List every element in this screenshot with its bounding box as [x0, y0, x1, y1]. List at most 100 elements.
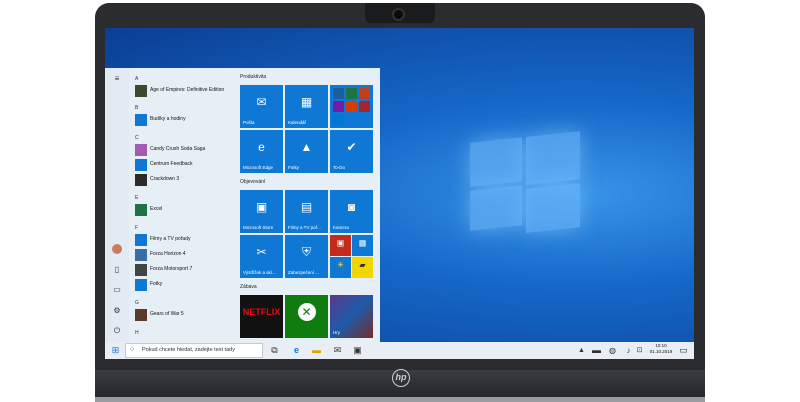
- tile-security[interactable]: ⛨ Zabezpečení ...: [285, 235, 328, 278]
- tile-office-folder[interactable]: [330, 85, 373, 128]
- app-icon: [135, 309, 147, 321]
- clapperboard-icon: ▤: [300, 200, 313, 215]
- search-placeholder: Pokud chcete hledat, zadejte text tady: [142, 347, 235, 353]
- tile-label: Zabezpečení ...: [288, 270, 320, 275]
- excel-icon: [346, 88, 357, 99]
- tile-calculator[interactable]: ▦: [352, 235, 373, 256]
- list-item[interactable]: Forza Motorsport 7: [133, 263, 233, 277]
- pictures-icon[interactable]: ▭: [112, 285, 122, 295]
- tile-xbox[interactable]: ✕: [285, 295, 328, 338]
- tile-label: Fotky: [288, 165, 300, 170]
- tile-todo[interactable]: ✔ To-Do: [330, 130, 373, 173]
- start-menu: ≡ ▯ ▭ ⚙ ⏻ A Age of Empires: Definitive E…: [105, 68, 380, 342]
- app-name: Fotky: [150, 281, 163, 287]
- edge-icon: e: [258, 140, 265, 155]
- settings-icon[interactable]: ⚙: [112, 306, 122, 316]
- list-item[interactable]: Excel: [133, 203, 233, 217]
- tile-games[interactable]: Hry: [330, 295, 373, 338]
- netflix-logo: NETFLIX: [242, 307, 281, 318]
- tile-label: Microsoft Store: [243, 225, 274, 230]
- app-name: Forza Horizon 4: [150, 251, 186, 257]
- group-label-entertainment[interactable]: Zábava: [240, 284, 257, 290]
- tile-label: Filmy a TV poř...: [288, 225, 321, 230]
- movies-icon: [135, 234, 147, 246]
- group-label-productivity[interactable]: Produktivita: [240, 74, 266, 80]
- chevron-up-icon[interactable]: ▲: [575, 344, 588, 357]
- calculator-icon: ▦: [358, 238, 367, 248]
- search-box[interactable]: ○ Pokud chcete hledat, zadejte text tady: [125, 343, 263, 358]
- group-label-explore[interactable]: Objevování: [240, 179, 265, 185]
- photos-icon: [135, 279, 147, 291]
- tile-store[interactable]: ▣ Microsoft Store: [240, 190, 283, 233]
- list-item[interactable]: Age of Empires: Definitive Edition: [133, 84, 233, 98]
- task-view-icon[interactable]: ⧉: [268, 344, 281, 357]
- tile-label: Microsoft Edge: [243, 165, 274, 170]
- checkmark-icon: ✔: [346, 140, 357, 155]
- list-item[interactable]: Forza Horizon 4: [133, 248, 233, 262]
- search-icon: ○: [130, 346, 135, 353]
- tile-edge[interactable]: e Microsoft Edge: [240, 130, 283, 173]
- xbox-icon: ✕: [297, 303, 316, 322]
- list-item[interactable]: Fotky: [133, 278, 233, 292]
- app-name: Budíky a hodiny: [150, 116, 186, 122]
- app-name: Age of Empires: Definitive Edition: [150, 87, 225, 93]
- letter-header[interactable]: C: [135, 135, 139, 141]
- letter-header[interactable]: E: [135, 195, 138, 201]
- tile-calendar[interactable]: ▦ Kalendář: [285, 85, 328, 128]
- letter-header[interactable]: H: [135, 330, 139, 336]
- app-name: Gears of War 5: [150, 311, 184, 317]
- edge-icon[interactable]: e: [290, 344, 303, 357]
- notifications-icon[interactable]: ▭: [677, 344, 690, 357]
- store-icon: ▣: [255, 200, 268, 215]
- documents-icon[interactable]: ▯: [112, 265, 122, 275]
- store-icon[interactable]: ▣: [351, 344, 364, 357]
- taskbar: ⊞ ○ Pokud chcete hledat, zadejte text ta…: [105, 342, 694, 359]
- windows-start-icon[interactable]: ⊞: [109, 344, 122, 357]
- sun-icon: ☀: [336, 260, 345, 270]
- list-item[interactable]: Candy Crush Soda Saga: [133, 143, 233, 157]
- list-item[interactable]: Budíky a hodiny: [133, 113, 233, 127]
- windows-logo-wallpaper: [470, 131, 580, 233]
- tile-netflix[interactable]: NETFLIX: [240, 295, 283, 338]
- tile-weather[interactable]: ☀: [330, 257, 351, 278]
- tile-snip[interactable]: ✂ Výstřižek a skí...: [240, 235, 283, 278]
- hp-logo: hp: [392, 369, 410, 387]
- app-name: Excel: [150, 206, 163, 212]
- power-icon[interactable]: ⏻: [112, 326, 122, 336]
- file-explorer-icon[interactable]: ▬: [310, 344, 323, 357]
- tile-sticky-notes[interactable]: ▰: [352, 257, 373, 278]
- powerpoint-icon: [359, 88, 370, 99]
- hamburger-icon[interactable]: ≡: [112, 74, 122, 84]
- app-name: Candy Crush Soda Saga: [150, 146, 206, 152]
- clock[interactable]: 10:10 01.10.2019: [645, 343, 677, 355]
- feedback-icon: [135, 159, 147, 171]
- tile-photos[interactable]: ▲ Fotky: [285, 130, 328, 173]
- tile-camera[interactable]: ◙ Kamera: [330, 190, 373, 233]
- list-item[interactable]: Gears of War 5: [133, 308, 233, 322]
- skype-icon: [333, 114, 344, 125]
- list-item[interactable]: Crackdown 3: [133, 173, 233, 187]
- tile-small-media[interactable]: ▣: [330, 235, 351, 256]
- letter-header[interactable]: F: [135, 225, 138, 231]
- app-icon: [135, 144, 147, 156]
- list-item[interactable]: Filmy a TV pořady: [133, 233, 233, 247]
- onenote-icon: [333, 101, 344, 112]
- app-name: Crackdown 3: [150, 176, 180, 182]
- letter-header[interactable]: B: [135, 105, 138, 111]
- clock-date: 01.10.2019: [649, 349, 673, 354]
- clock-icon: [135, 114, 147, 126]
- tile-label: Kalendář: [288, 120, 307, 125]
- list-item[interactable]: Centrum Feedback: [133, 158, 233, 172]
- mail-icon: ✉: [256, 95, 267, 110]
- avatar[interactable]: [112, 244, 122, 254]
- battery-icon[interactable]: ▬: [590, 344, 603, 357]
- start-rail: ≡ ▯ ▭ ⚙ ⏻: [105, 68, 129, 342]
- letter-header[interactable]: A: [135, 76, 138, 82]
- mail-icon[interactable]: ✉: [331, 344, 344, 357]
- letter-header[interactable]: G: [135, 300, 139, 306]
- tile-movies[interactable]: ▤ Filmy a TV poř...: [285, 190, 328, 233]
- network-icon[interactable]: ◍: [606, 344, 619, 357]
- tile-mail[interactable]: ✉ Pošta: [240, 85, 283, 128]
- app-icon: [135, 85, 147, 97]
- app-icon: [135, 264, 147, 276]
